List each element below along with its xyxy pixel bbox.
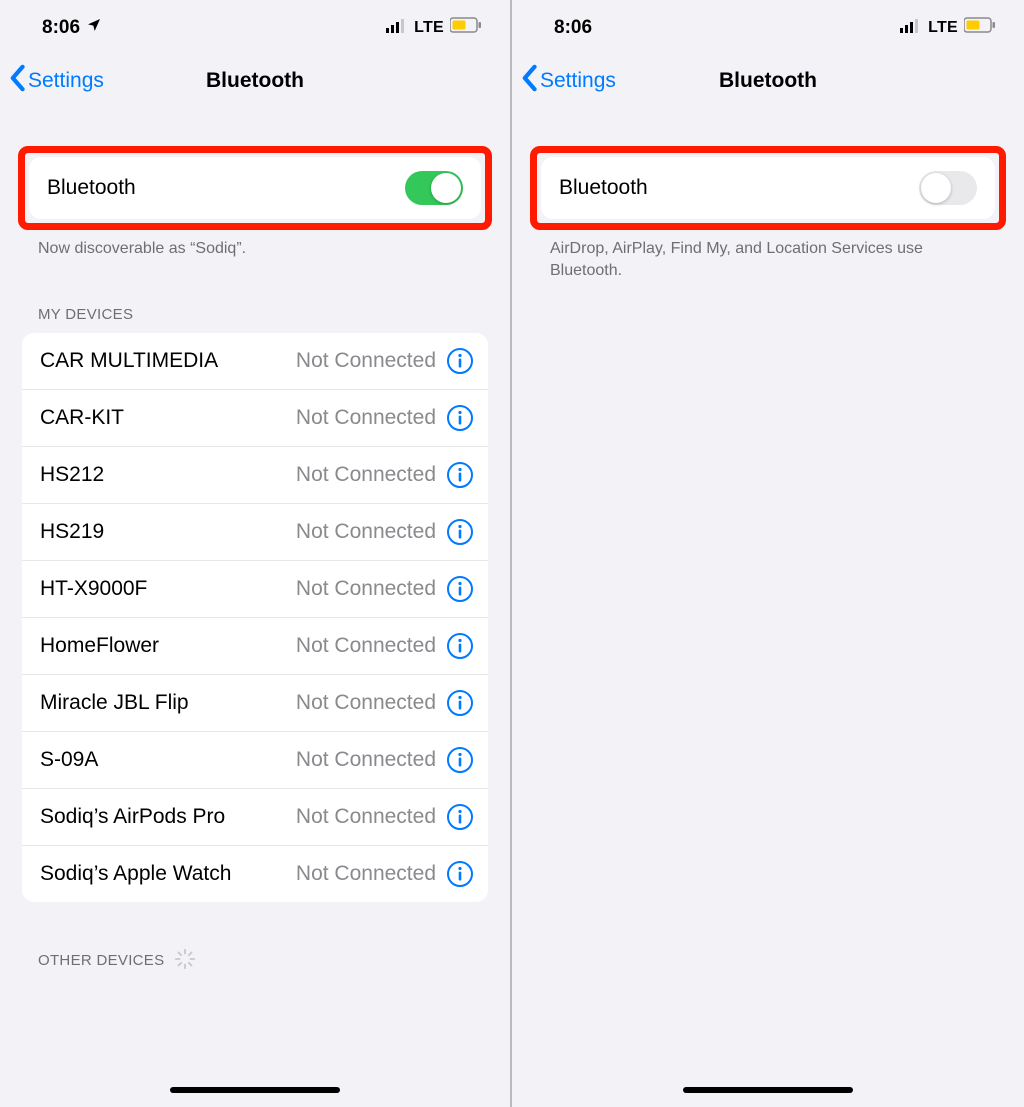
bluetooth-toggle-row[interactable]: Bluetooth — [541, 157, 995, 219]
device-row[interactable]: CAR-KITNot Connected — [22, 389, 488, 446]
bluetooth-toggle-label: Bluetooth — [47, 176, 136, 200]
device-name: HomeFlower — [40, 634, 296, 658]
status-bar: 8:06 LTE — [0, 0, 510, 56]
device-name: HT-X9000F — [40, 577, 296, 601]
info-icon[interactable] — [446, 689, 474, 717]
nav-header: Settings Bluetooth — [0, 56, 510, 106]
info-icon[interactable] — [446, 575, 474, 603]
my-devices-header: MY DEVICES — [0, 260, 510, 333]
other-devices-header: OTHER DEVICES — [0, 902, 510, 984]
device-name: CAR MULTIMEDIA — [40, 349, 296, 373]
device-status: Not Connected — [296, 691, 436, 715]
device-name: CAR-KIT — [40, 406, 296, 430]
discoverable-text: Now discoverable as “Sodiq”. — [0, 230, 510, 260]
device-status: Not Connected — [296, 463, 436, 487]
device-row[interactable]: HS219Not Connected — [22, 503, 488, 560]
chevron-left-icon — [520, 64, 538, 98]
cell-signal-icon — [900, 17, 922, 39]
status-time: 8:06 — [42, 17, 80, 39]
spinner-icon — [174, 948, 196, 974]
info-icon[interactable] — [446, 803, 474, 831]
device-name: HS219 — [40, 520, 296, 544]
info-icon[interactable] — [446, 461, 474, 489]
highlight-box: Bluetooth — [18, 146, 492, 230]
back-label: Settings — [28, 69, 104, 93]
info-icon[interactable] — [446, 404, 474, 432]
info-icon[interactable] — [446, 347, 474, 375]
nav-header: Settings Bluetooth — [512, 56, 1024, 106]
device-status: Not Connected — [296, 805, 436, 829]
cell-signal-icon — [386, 17, 408, 39]
info-icon[interactable] — [446, 860, 474, 888]
device-name: S-09A — [40, 748, 296, 772]
network-label: LTE — [928, 19, 958, 37]
device-row[interactable]: CAR MULTIMEDIANot Connected — [22, 333, 488, 389]
device-name: HS212 — [40, 463, 296, 487]
info-icon[interactable] — [446, 518, 474, 546]
battery-icon — [964, 17, 996, 39]
back-button[interactable]: Settings — [0, 64, 104, 98]
home-indicator[interactable] — [170, 1087, 340, 1093]
bluetooth-off-text: AirDrop, AirPlay, Find My, and Location … — [512, 230, 1024, 281]
device-name: Miracle JBL Flip — [40, 691, 296, 715]
home-indicator[interactable] — [683, 1087, 853, 1093]
bluetooth-toggle-switch[interactable] — [405, 171, 463, 205]
back-label: Settings — [540, 69, 616, 93]
device-row[interactable]: Miracle JBL FlipNot Connected — [22, 674, 488, 731]
network-label: LTE — [414, 19, 444, 37]
device-row[interactable]: Sodiq’s AirPods ProNot Connected — [22, 788, 488, 845]
device-status: Not Connected — [296, 634, 436, 658]
device-status: Not Connected — [296, 520, 436, 544]
screenshot-bluetooth-on: 8:06 LTE Settings Bluetooth Bluet — [0, 0, 512, 1107]
location-icon — [86, 17, 102, 39]
chevron-left-icon — [8, 64, 26, 98]
info-icon[interactable] — [446, 632, 474, 660]
info-icon[interactable] — [446, 746, 474, 774]
bluetooth-toggle-switch[interactable] — [919, 171, 977, 205]
device-row[interactable]: HT-X9000FNot Connected — [22, 560, 488, 617]
device-name: Sodiq’s Apple Watch — [40, 862, 296, 886]
status-time: 8:06 — [554, 17, 592, 39]
device-row[interactable]: HS212Not Connected — [22, 446, 488, 503]
device-name: Sodiq’s AirPods Pro — [40, 805, 296, 829]
bluetooth-toggle-row[interactable]: Bluetooth — [29, 157, 481, 219]
status-bar: 8:06 LTE — [512, 0, 1024, 56]
back-button[interactable]: Settings — [512, 64, 616, 98]
highlight-box: Bluetooth — [530, 146, 1006, 230]
device-row[interactable]: Sodiq’s Apple WatchNot Connected — [22, 845, 488, 902]
device-status: Not Connected — [296, 406, 436, 430]
device-status: Not Connected — [296, 349, 436, 373]
device-row[interactable]: HomeFlowerNot Connected — [22, 617, 488, 674]
device-status: Not Connected — [296, 862, 436, 886]
screenshot-bluetooth-off: 8:06 LTE Settings Bluetooth Bluetooth — [512, 0, 1024, 1107]
my-devices-list: CAR MULTIMEDIANot ConnectedCAR-KITNot Co… — [22, 333, 488, 902]
other-devices-label: OTHER DEVICES — [38, 952, 164, 969]
device-row[interactable]: S-09ANot Connected — [22, 731, 488, 788]
bluetooth-toggle-label: Bluetooth — [559, 176, 648, 200]
device-status: Not Connected — [296, 577, 436, 601]
device-status: Not Connected — [296, 748, 436, 772]
battery-icon — [450, 17, 482, 39]
